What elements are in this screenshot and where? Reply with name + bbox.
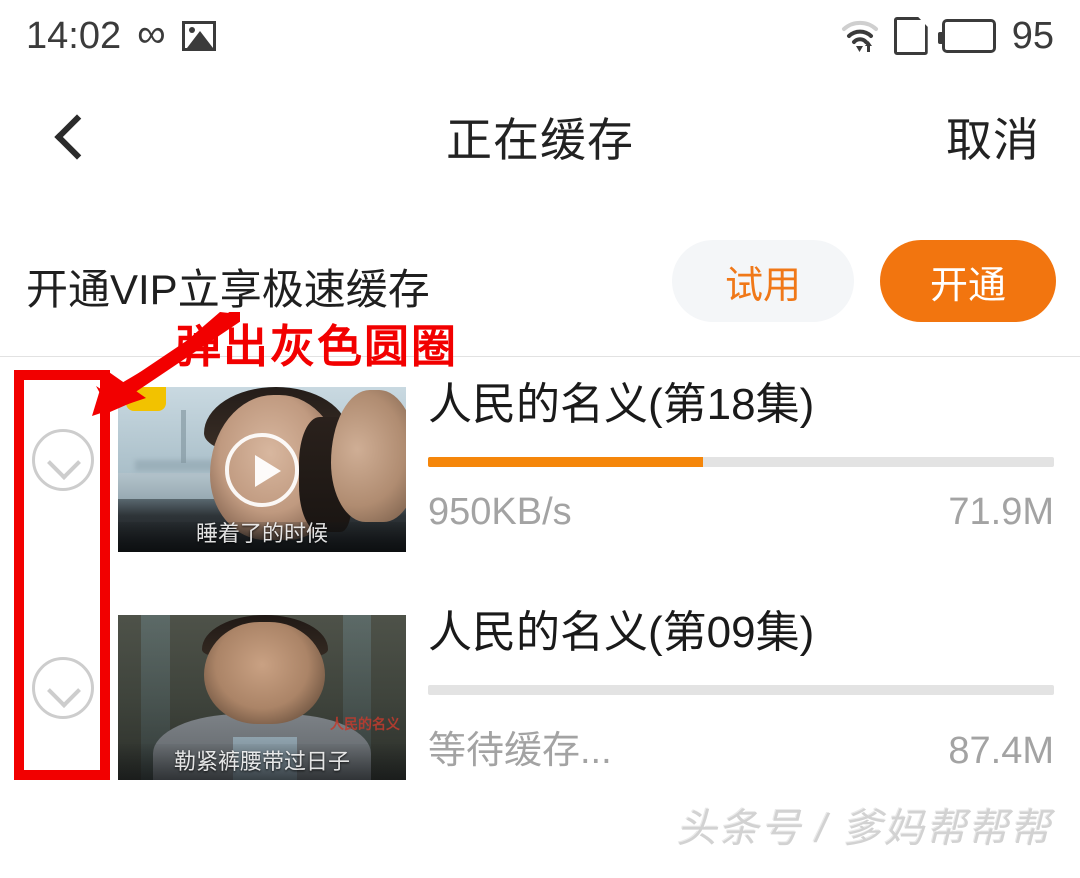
- item-details: 人民的名义(第18集) 950KB/s 71.9M: [428, 380, 1054, 534]
- item-title: 人民的名义(第09集): [428, 608, 815, 657]
- video-thumbnail[interactable]: 人民的名义 勒紧裤腰带过日子: [118, 615, 406, 780]
- annotation-label: 弹出灰色圆圈: [176, 321, 459, 372]
- status-bar-right: 95: [840, 17, 1054, 55]
- vip-promo-banner: 开通VIP立享极速缓存 试用 开通: [0, 226, 1080, 356]
- vip-activate-button[interactable]: 开通: [880, 240, 1056, 322]
- vip-promo-text: 开通VIP立享极速缓存: [26, 266, 430, 313]
- progress-bar: [428, 457, 1054, 468]
- infinity-icon: ∞: [137, 12, 166, 56]
- item-checkbox[interactable]: [32, 657, 94, 719]
- status-bar-clock: 14:02: [26, 15, 122, 57]
- item-meta: 等待缓存... 87.4M: [428, 719, 1054, 774]
- status-bar-left: 14:02 ∞: [26, 12, 216, 57]
- item-details: 人民的名义(第09集) 等待缓存... 87.4M: [428, 608, 1054, 774]
- navigation-bar: 正在缓存 取消: [0, 82, 1080, 192]
- battery-percent-label: 95: [1011, 15, 1054, 57]
- item-status: 等待缓存...: [428, 730, 612, 773]
- item-title: 人民的名义(第18集): [428, 380, 815, 429]
- item-size: 87.4M: [948, 730, 1054, 773]
- progress-bar: [428, 685, 1054, 696]
- list-item[interactable]: 人民的名义 勒紧裤腰带过日子 人民的名义(第09集) 等待缓存... 87.4M: [0, 585, 1080, 813]
- cancel-button[interactable]: 取消: [946, 104, 1040, 170]
- play-icon[interactable]: [225, 432, 299, 507]
- battery-icon: [937, 19, 996, 53]
- item-size: 71.9M: [948, 491, 1054, 534]
- item-meta: 950KB/s 71.9M: [428, 491, 1054, 534]
- progress-bar-fill: [428, 457, 704, 468]
- item-status: 950KB/s: [428, 491, 572, 534]
- list-item[interactable]: 睡着了的时候 人民的名义(第18集) 950KB/s 71.9M: [0, 357, 1080, 585]
- photo-icon: [181, 21, 216, 51]
- vip-trial-button[interactable]: 试用: [672, 240, 854, 322]
- video-thumbnail[interactable]: 睡着了的时候: [118, 387, 406, 552]
- chevron-down-circle-icon: [32, 657, 94, 719]
- wifi-icon: [840, 19, 880, 53]
- thumbnail-badge-icon: [126, 387, 166, 411]
- sim-card-icon: [893, 17, 928, 55]
- phone-screen: 14:02 ∞ 95 正在缓存 取消 开通VIP立享极速缓存 试用 开通 睡着了…: [0, 0, 1080, 878]
- thumbnail-subtitle: 勒紧裤腰带过日子: [173, 749, 350, 774]
- chevron-down-circle-icon: [32, 429, 94, 491]
- item-checkbox[interactable]: [32, 429, 94, 491]
- thumbnail-subtitle: 睡着了的时候: [195, 521, 328, 546]
- page-title: 正在缓存: [446, 114, 634, 166]
- status-bar: 14:02 ∞ 95: [0, 0, 1080, 72]
- watermark: 头条号 / 爹妈帮帮帮: [676, 807, 1052, 851]
- download-list: 睡着了的时候 人民的名义(第18集) 950KB/s 71.9M 人民的名义 勒…: [0, 357, 1080, 813]
